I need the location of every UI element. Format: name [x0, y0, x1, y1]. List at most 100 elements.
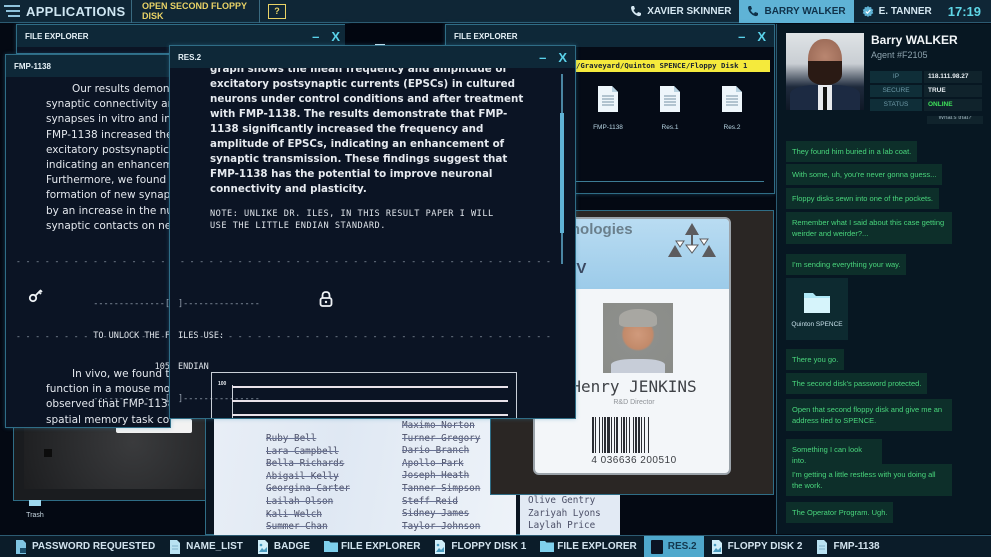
name-entry: Apollo Park: [402, 457, 464, 469]
window-titlebar[interactable]: FILE EXPLORER – X: [446, 25, 774, 47]
file-name: Res.2: [723, 124, 741, 131]
contact-name: XAVIER SKINNER: [647, 5, 732, 17]
paragraph-line: spatial memory task compared to control …: [46, 413, 170, 426]
window-titlebar[interactable]: FILE EXPLORER – X: [17, 25, 348, 47]
lock-icon[interactable]: [319, 291, 333, 312]
taskbar-label: FILE EXPLORER: [557, 541, 637, 552]
fmp-paragraph-1: Our results demonst synaptic connectivity…: [46, 82, 170, 234]
name-entry: Abigail Kelly: [266, 470, 339, 482]
paragraph-line: excitatory postsynaptic cu: [46, 143, 170, 156]
floppy-notch: [44, 449, 52, 457]
taskbar-item-fmp-1138[interactable]: FMP-1138: [809, 536, 886, 557]
taskbar-item-file-explorer[interactable]: FILE EXPLORER: [533, 536, 643, 557]
document-icon: [169, 539, 181, 554]
minimize-button[interactable]: –: [312, 29, 319, 44]
fmp-paragraph-2: In vivo, we found that function in a mous…: [46, 367, 170, 427]
badge-photo-hair: [619, 309, 657, 327]
document-icon: [598, 86, 618, 112]
name-entry: Dario Branch: [402, 445, 470, 457]
name-entry: Tanner Simpson: [402, 482, 481, 494]
contact-xavier-skinner[interactable]: XAVIER SKINNER: [622, 0, 739, 23]
taskbar-item-file-explorer[interactable]: FILE EXPLORER: [317, 536, 427, 557]
trash-desktop-icon[interactable]: Trash: [22, 500, 48, 526]
taskbar-item-badge[interactable]: BADGE: [250, 536, 317, 557]
file-name: FMP-1138: [593, 124, 623, 131]
chat-panel: Barry WALKER Agent #F2105 IP 118.111.98.2…: [776, 24, 991, 534]
taskbar-item-floppy-disk-2[interactable]: FLOPPY DISK 2: [704, 536, 810, 557]
document-icon: [722, 86, 742, 112]
dashed-divider: - - - - - - - - - - - - - - - - - - - - …: [180, 257, 550, 266]
file-item[interactable]: Res.2: [714, 85, 750, 145]
window-title: RES.2: [178, 52, 202, 62]
minimize-button[interactable]: –: [539, 50, 546, 65]
chat-message: There you go.: [786, 349, 845, 370]
folder-icon: [540, 540, 555, 554]
scrollbar-thumb[interactable]: [560, 113, 564, 233]
chat-message: The Operator Program. Ugh.: [786, 502, 894, 523]
taskbar-item-floppy-disk-1[interactable]: FLOPPY DISK 1: [427, 536, 533, 557]
name-entry: Kali Welch: [266, 508, 322, 520]
taskbar-label: BADGE: [273, 541, 310, 552]
file-item[interactable]: FMP-1138: [590, 85, 626, 145]
name-entry: Lailah Olson: [266, 495, 334, 507]
locked-file-icon: [15, 539, 27, 554]
name-entry: Summer Chan: [266, 521, 328, 533]
fmp-1138-body: Our results demonst synaptic connectivity…: [6, 77, 170, 427]
graph-y-label: 100: [218, 381, 227, 387]
trash-label: Trash: [26, 512, 44, 519]
res2-graph: 100: [211, 372, 517, 418]
name-entry: Sidney James: [402, 508, 470, 520]
barcode-bar: [648, 417, 649, 453]
close-button[interactable]: X: [757, 29, 766, 44]
contact-name: BARRY WALKER: [764, 5, 846, 17]
contact-barry-walker[interactable]: BARRY WALKER: [739, 0, 854, 23]
chat-message: Open that second floppy disk and give me…: [786, 399, 952, 431]
name-list-paper: Ruby Bell Lara Campbell Bella Richards Abig…: [214, 419, 516, 536]
chat-message: With some, uh, you're never gonna guess.…: [786, 164, 943, 185]
file-name: Res.1: [661, 124, 679, 131]
verified-badge-icon: [862, 5, 874, 17]
paragraph-line: formation of new synapse: [46, 189, 170, 202]
chat-attachment-quinton-spence[interactable]: Quinton SPENCE: [786, 278, 848, 340]
avatar-tie: [823, 87, 827, 110]
chat-message: Remember what I said about this case get…: [786, 212, 952, 244]
image-file-icon: [434, 539, 446, 554]
taskbar-label: RES.2: [667, 541, 697, 552]
name-entry: Zariyah Lyons: [528, 507, 601, 519]
taskbar-item-res-2[interactable]: RES.2: [643, 535, 704, 557]
key-icon[interactable]: [28, 287, 44, 308]
taskbar-label: FMP-1138: [833, 541, 880, 552]
close-button[interactable]: X: [558, 50, 567, 65]
graph-gridline: [232, 386, 508, 388]
contacts-bar: XAVIER SKINNER BARRY WALKER E. TANNER 17…: [622, 0, 991, 23]
chat-message: The second disk's password protected.: [786, 373, 928, 394]
window-title: FMP-1138: [14, 61, 51, 71]
path-breadcrumb[interactable]: /Graveyard/Quinton SPENCE/Floppy Disk 1: [574, 60, 770, 72]
badge-photo-shirt: [611, 359, 665, 373]
barcode: [592, 417, 678, 453]
help-button[interactable]: ?: [268, 3, 286, 19]
paragraph-line: synapses in vitro and in vi: [46, 113, 170, 126]
name-entry: Steff Reid: [402, 495, 458, 507]
file-item[interactable]: Res.1: [652, 85, 688, 145]
taskbar-item-name-list[interactable]: NAME_LIST: [162, 536, 250, 557]
badge-photo: [603, 303, 673, 373]
paragraph-line: synaptic connectivity and: [46, 98, 170, 111]
contact-name: Barry WALKER: [871, 33, 958, 47]
dashed-divider: - - - - - - - - - - - - - - - - - - - - …: [16, 257, 170, 266]
close-button[interactable]: X: [331, 29, 340, 44]
paragraph-line: Furthermore, we found th: [46, 174, 170, 187]
chat-message: Floppy disks sewn into one of the pocket…: [786, 188, 939, 209]
minimize-button[interactable]: –: [738, 29, 745, 44]
window-titlebar[interactable]: RES.2 – X: [170, 46, 575, 68]
paragraph-line: Our results demonst: [72, 83, 170, 95]
contact-e-tanner[interactable]: E. TANNER: [854, 0, 940, 23]
image-file-icon: [257, 539, 269, 554]
taskbar-item-password-requested[interactable]: PASSWORD REQUESTED: [8, 536, 162, 557]
menu-icon: [4, 5, 20, 17]
applications-menu-button[interactable]: APPLICATIONS: [0, 0, 132, 23]
window-titlebar[interactable]: FMP-1138: [6, 55, 170, 77]
file-grid: FMP-1138 Res.1 Res.2: [582, 85, 774, 145]
paragraph-line: function in a mouse mode: [46, 383, 170, 396]
paragraph-line: indicating an enhanceme: [46, 159, 170, 172]
